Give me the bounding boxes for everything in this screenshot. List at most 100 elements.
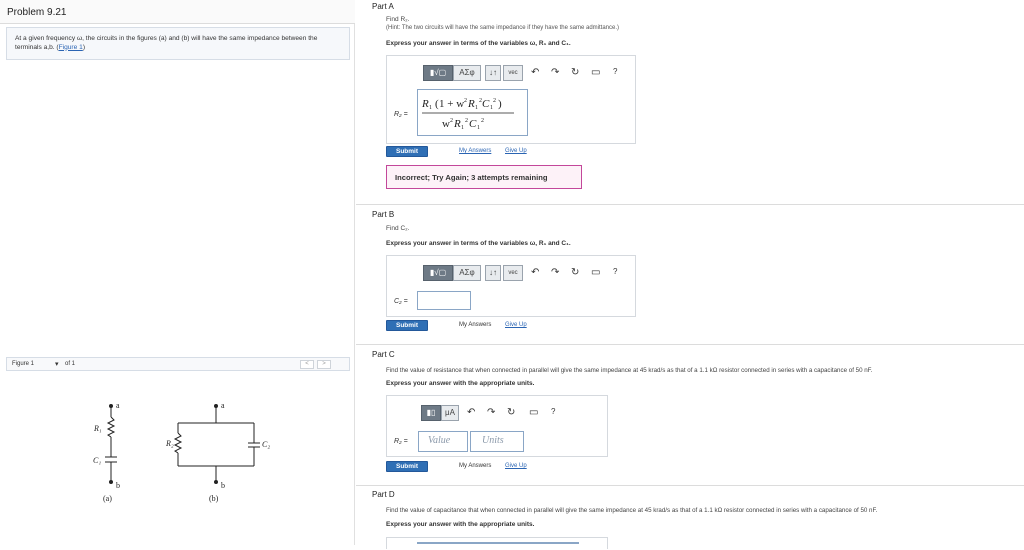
terminal-label: a — [221, 401, 225, 410]
terminal-b-top — [214, 404, 218, 408]
part-b-my-answers-link[interactable]: My Answers — [459, 322, 491, 328]
terminal-label: a — [116, 401, 120, 410]
subscript-button[interactable]: ↓↑ — [485, 65, 501, 81]
redo-icon[interactable]: ↷ — [551, 267, 559, 278]
r1-label: R₁ — [93, 424, 102, 433]
figure-next-button[interactable]: > — [317, 360, 331, 369]
part-c-my-answers-link[interactable]: My Answers — [459, 463, 491, 469]
figure-prev-button[interactable]: < — [300, 360, 314, 369]
part-c-title[interactable]: Part C — [372, 350, 395, 359]
problem-title: Problem 9.21 — [7, 7, 67, 18]
circuit-figure: a b R₁ C₁ (a) a b R₂ C₂ (b) — [93, 401, 270, 503]
undo-icon[interactable]: ↶ — [531, 267, 539, 278]
part-c-give-up-link[interactable]: Give Up — [505, 463, 527, 469]
expr-denominator: w — [442, 118, 450, 130]
templates-button[interactable]: ▮√▢ — [423, 265, 453, 281]
units-placeholder: Units — [482, 435, 504, 446]
chevron-down-icon[interactable]: ▾ — [55, 360, 59, 368]
undo-icon[interactable]: ↶ — [531, 67, 539, 78]
part-a-submit-button[interactable]: Submit — [386, 146, 428, 157]
part-a-hint: (Hint: The two circuits will have the sa… — [386, 25, 619, 31]
divider — [356, 344, 1024, 345]
part-c-value-input[interactable]: Value — [418, 431, 468, 452]
units-templates-button[interactable]: ▮▯ — [421, 405, 441, 421]
vec-button[interactable]: vec — [503, 65, 523, 81]
problem-text-end: ) — [82, 43, 86, 51]
part-b-answer-box: ▮√▢ AΣφ ↓↑ vec ↶ ↷ ↻ ▭ ? C₂ = — [386, 255, 636, 317]
part-a-instruction: Express your answer in terms of the vari… — [386, 40, 571, 47]
figure-area: a b R₁ C₁ (a) a b R₂ C₂ (b) — [6, 371, 350, 545]
part-a-title[interactable]: Part A — [372, 2, 394, 11]
svg-text:C: C — [482, 98, 490, 110]
exp-2: 2 — [465, 118, 468, 124]
part-a-my-answers-link[interactable]: My Answers — [459, 148, 491, 154]
part-c-prompt: Find the value of resistance that when c… — [386, 367, 873, 374]
subscript-button[interactable]: ↓↑ — [485, 265, 501, 281]
redo-icon[interactable]: ↷ — [551, 67, 559, 78]
exp-2: 2 — [464, 98, 467, 104]
part-d-title[interactable]: Part D — [372, 490, 395, 499]
part-d-answer-box — [386, 537, 608, 549]
part-a-feedback: Incorrect; Try Again; 3 attempts remaini… — [386, 165, 582, 189]
figure-count: of 1 — [65, 361, 76, 367]
figure-select-label[interactable]: Figure 1 — [12, 361, 34, 367]
part-c-eq-label: R₂ = — [394, 438, 408, 445]
greek-button[interactable]: AΣφ — [453, 65, 481, 81]
svg-text:R: R — [453, 118, 461, 130]
units-button[interactable]: μA — [441, 405, 459, 421]
part-c-submit-button[interactable]: Submit — [386, 461, 428, 472]
svg-text:1: 1 — [461, 125, 464, 131]
c1-label: C₁ — [93, 456, 101, 465]
svg-text:R: R — [467, 98, 475, 110]
part-b-title[interactable]: Part B — [372, 210, 394, 219]
help-icon[interactable]: ? — [613, 67, 617, 76]
undo-icon[interactable]: ↶ — [467, 407, 475, 418]
part-a-give-up-link[interactable]: Give Up — [505, 148, 527, 154]
problem-text: At a given frequency ω, the circuits in … — [15, 35, 345, 52]
part-d-prompt: Find the value of capacitance that when … — [386, 507, 878, 514]
part-c-toolbar: ▮▯ μA ↶ ↷ ↻ ▭ ? — [421, 405, 601, 423]
svg-text:1: 1 — [490, 105, 493, 111]
problem-statement: At a given frequency ω, the circuits in … — [6, 27, 350, 60]
figure-link[interactable]: Figure 1 — [59, 44, 83, 51]
exp-2: 2 — [493, 98, 496, 104]
divider — [356, 204, 1024, 205]
part-b-give-up-link[interactable]: Give Up — [505, 322, 527, 328]
greek-button[interactable]: AΣφ — [453, 265, 481, 281]
svg-text:): ) — [498, 98, 502, 110]
reset-icon[interactable]: ↻ — [507, 407, 515, 418]
caption-b: (b) — [209, 494, 219, 503]
svg-text:C: C — [469, 118, 477, 130]
expr-r1: R — [421, 98, 429, 110]
part-b-submit-button[interactable]: Submit — [386, 320, 428, 331]
svg-text:1: 1 — [475, 105, 478, 111]
svg-text:1: 1 — [477, 125, 480, 131]
templates-button[interactable]: ▮√▢ — [423, 65, 453, 81]
part-a-prompt: Find R₂. — [386, 16, 410, 23]
reset-icon[interactable]: ↻ — [571, 67, 579, 78]
circuit-b — [173, 407, 260, 482]
part-b-answer-input[interactable] — [417, 291, 471, 310]
terminal-a-bottom — [109, 480, 113, 484]
part-a-answer-box: ▮√▢ AΣφ ↓↑ vec ↶ ↷ ↻ ▭ ? R₂ = R 1 ( 1 + … — [386, 55, 636, 144]
answer-expression: R 1 ( 1 + w 2 R 1 2 C 1 2 ) w 2 R 1 2 C … — [421, 98, 514, 131]
help-icon[interactable]: ? — [613, 267, 617, 276]
part-a-answer-input[interactable]: R 1 ( 1 + w 2 R 1 2 C 1 2 ) w 2 R 1 2 C … — [417, 89, 528, 136]
part-b-instruction: Express your answer in terms of the vari… — [386, 240, 571, 247]
redo-icon[interactable]: ↷ — [487, 407, 495, 418]
keyboard-icon[interactable]: ▭ — [529, 407, 538, 418]
circuit-a — [105, 407, 117, 482]
keyboard-icon[interactable]: ▭ — [591, 267, 600, 278]
part-b-eq-label: C₂ = — [394, 298, 408, 305]
terminal-label: b — [116, 481, 120, 490]
keyboard-icon[interactable]: ▭ — [591, 67, 600, 78]
part-c-units-input[interactable]: Units — [470, 431, 524, 452]
part-c-answer-box: ▮▯ μA ↶ ↷ ↻ ▭ ? R₂ = Value Units — [386, 395, 608, 457]
exp-2: 2 — [450, 118, 453, 124]
vec-button[interactable]: vec — [503, 265, 523, 281]
help-icon[interactable]: ? — [551, 407, 555, 416]
expr-numerator: 1 + w — [439, 98, 464, 110]
terminal-b-bottom — [214, 480, 218, 484]
reset-icon[interactable]: ↻ — [571, 267, 579, 278]
svg-text:1: 1 — [429, 105, 432, 111]
